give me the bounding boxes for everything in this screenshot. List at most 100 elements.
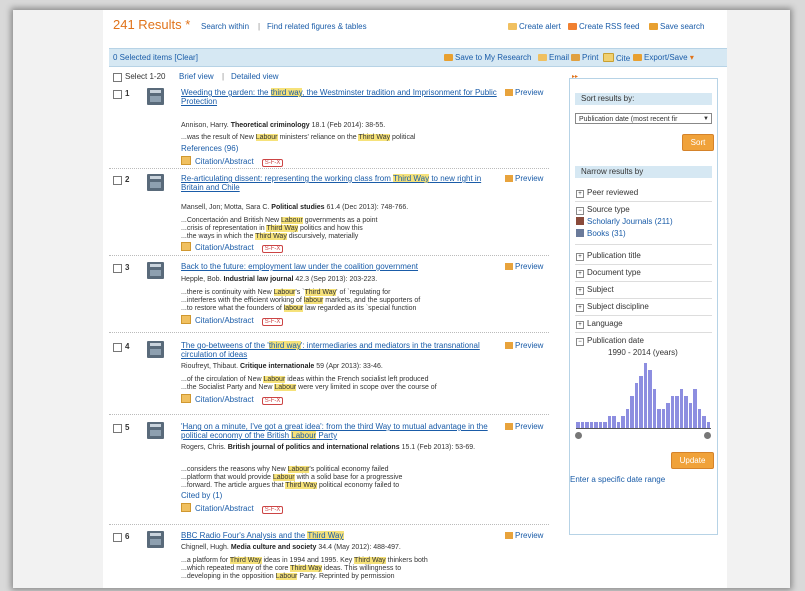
find-related-link[interactable]: Find related figures & tables xyxy=(267,22,367,31)
histogram-bar xyxy=(684,396,688,429)
expand-icon: + xyxy=(576,190,584,198)
export-save-button[interactable]: Export/Save ▾ xyxy=(633,53,694,62)
result-title[interactable]: Back to the future: employment law under… xyxy=(181,262,506,271)
result-title[interactable]: Weeding the garden: the third way, the W… xyxy=(181,88,506,106)
citation-abstract-link[interactable]: Citation/Abstract S-F-X xyxy=(181,156,284,167)
date-slider-start-handle[interactable] xyxy=(575,432,582,439)
sfx-button[interactable]: S-F-X xyxy=(261,397,284,405)
citation-abstract-link[interactable]: Citation/Abstract S-F-X xyxy=(181,394,284,405)
filter-divider xyxy=(575,264,712,265)
result-divider xyxy=(109,524,549,525)
result-title[interactable]: BBC Radio Four's Analysis and the Third … xyxy=(181,531,506,540)
result-checkbox[interactable] xyxy=(113,343,122,352)
histogram-bar xyxy=(693,389,697,429)
citation-icon xyxy=(181,394,191,403)
document-icon xyxy=(147,262,164,279)
filter-books[interactable]: Books (31) xyxy=(576,229,626,238)
preview-link[interactable]: Preview xyxy=(505,341,543,350)
brief-view-link[interactable]: Brief view xyxy=(179,72,214,81)
selected-items-clear[interactable]: 0 Selected items [Clear] xyxy=(113,53,198,62)
sort-select[interactable]: Publication date (most recent fir ▼ xyxy=(575,113,712,124)
result-meta: Rioufreyt, Thibaut. Critique internation… xyxy=(181,363,383,370)
references-link[interactable]: References (96) xyxy=(181,144,238,153)
update-button[interactable]: Update xyxy=(671,452,714,469)
search-term-highlight: Third Way xyxy=(358,134,391,141)
search-term-highlight: labour xyxy=(303,297,324,304)
sfx-button[interactable]: S-F-X xyxy=(261,506,284,514)
save-search-link[interactable]: Save search xyxy=(649,22,704,31)
sort-button[interactable]: Sort xyxy=(682,134,714,151)
expand-icon: + xyxy=(576,253,584,261)
right-margin xyxy=(720,10,790,588)
expand-icon: + xyxy=(576,321,584,329)
preview-link[interactable]: Preview xyxy=(505,174,543,183)
histogram-bar xyxy=(634,382,639,429)
histogram-bar xyxy=(652,389,657,429)
sfx-button[interactable]: S-F-X xyxy=(261,245,284,253)
document-icon xyxy=(147,174,164,191)
search-term-highlight: Third Way xyxy=(255,233,287,240)
result-snippet: ...Concertación and British New Labour g… xyxy=(181,217,378,224)
result-checkbox[interactable] xyxy=(113,533,122,542)
result-title[interactable]: Re-articulating dissent: representing th… xyxy=(181,174,506,192)
filter-publication-title[interactable]: + Publication title xyxy=(576,251,641,261)
filter-document-type[interactable]: + Document type xyxy=(576,268,641,278)
result-checkbox[interactable] xyxy=(113,90,122,99)
histogram-bar xyxy=(643,363,648,429)
result-number: 1 xyxy=(125,89,130,98)
preview-link[interactable]: Preview xyxy=(505,531,543,540)
citation-abstract-link[interactable]: Citation/Abstract S-F-X xyxy=(181,242,284,253)
preview-link[interactable]: Preview xyxy=(505,422,543,431)
print-button[interactable]: Print xyxy=(571,53,598,62)
date-slider-end-handle[interactable] xyxy=(704,432,711,439)
search-term-highlight: Labour xyxy=(275,573,298,580)
result-snippet: ...the ways in which the Third Way discu… xyxy=(181,233,359,240)
expand-icon: + xyxy=(576,287,584,295)
filter-subject-discipline[interactable]: + Subject discipline xyxy=(576,302,649,312)
email-button[interactable]: Email xyxy=(538,53,569,62)
histogram-bar xyxy=(661,409,666,429)
preview-link[interactable]: Preview xyxy=(505,88,543,97)
filter-source-type[interactable]: − Source type xyxy=(576,205,630,215)
create-rss-link[interactable]: Create RSS feed xyxy=(568,22,639,31)
result-checkbox[interactable] xyxy=(113,264,122,273)
view-separator: | xyxy=(222,72,225,81)
result-title[interactable]: 'Hang on a minute, I've got a great idea… xyxy=(181,422,506,440)
result-title[interactable]: The go-betweens of the 'third way': inte… xyxy=(181,341,506,359)
filter-subject[interactable]: + Subject xyxy=(576,285,614,295)
filter-divider xyxy=(575,281,712,282)
select-all-checkbox[interactable] xyxy=(113,73,122,82)
filter-scholarly-journals[interactable]: Scholarly Journals (211) xyxy=(576,217,673,226)
filter-divider xyxy=(575,298,712,299)
result-number: 2 xyxy=(125,175,130,184)
cite-button[interactable]: Cite xyxy=(603,53,630,63)
preview-link[interactable]: Preview xyxy=(505,262,543,271)
search-within-link[interactable]: Search within xyxy=(201,22,249,31)
filter-language[interactable]: + Language xyxy=(576,319,623,329)
citation-abstract-link[interactable]: Citation/Abstract S-F-X xyxy=(181,503,284,514)
histogram-bar xyxy=(679,389,684,429)
result-divider xyxy=(109,414,549,415)
filter-peer-reviewed[interactable]: + Peer reviewed xyxy=(576,188,638,198)
cited-by-link[interactable]: Cited by (1) xyxy=(181,491,222,500)
search-term-highlight: Labour xyxy=(287,466,310,473)
result-checkbox[interactable] xyxy=(113,424,122,433)
result-snippet: ...a platform for Third Way ideas in 199… xyxy=(181,557,428,564)
result-meta: Chignell, Hugh. Media culture and societ… xyxy=(181,544,401,551)
filter-divider xyxy=(575,332,712,333)
search-term-highlight: Third Way xyxy=(229,557,262,564)
specific-date-range-link[interactable]: Enter a specific date range xyxy=(570,475,665,484)
collapse-sidebar-icon[interactable]: ▸▸ xyxy=(572,73,578,80)
result-snippet: ...to restore what the founders of labou… xyxy=(181,305,417,312)
result-number: 5 xyxy=(125,423,130,432)
citation-abstract-link[interactable]: Citation/Abstract S-F-X xyxy=(181,315,284,326)
create-alert-link[interactable]: Create alert xyxy=(508,22,561,31)
sfx-button[interactable]: S-F-X xyxy=(261,318,284,326)
histogram-axis xyxy=(576,428,711,429)
result-checkbox[interactable] xyxy=(113,176,122,185)
filter-divider xyxy=(575,201,712,202)
result-snippet: ...was the result of New Labour minister… xyxy=(181,134,416,141)
sfx-button[interactable]: S-F-X xyxy=(261,159,284,167)
save-to-research-button[interactable]: Save to My Research xyxy=(444,53,531,62)
filter-publication-date[interactable]: − Publication date xyxy=(576,336,644,346)
